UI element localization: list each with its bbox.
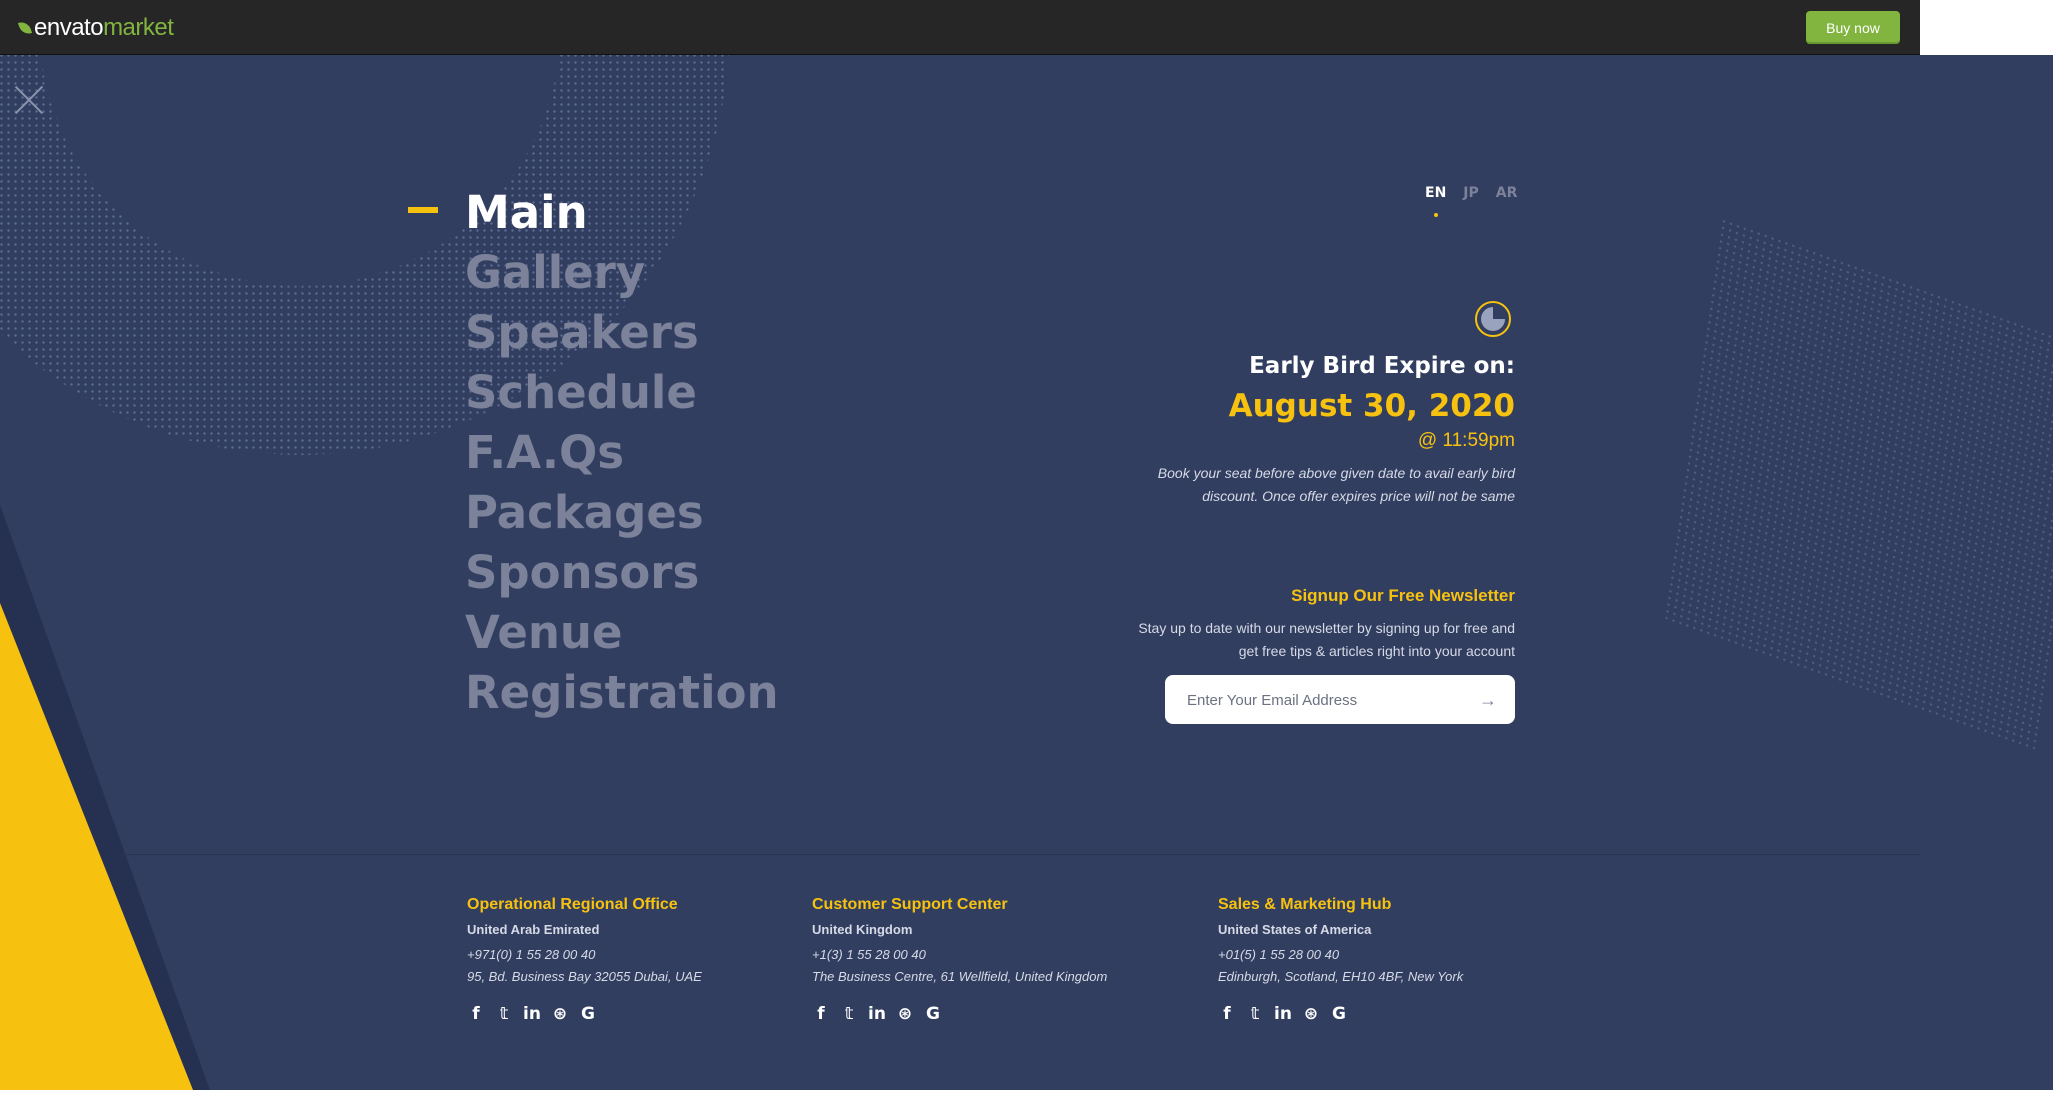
office-address: 95, Bd. Business Bay 32055 Dubai, UAE: [467, 969, 702, 984]
lang-jp[interactable]: JP: [1463, 185, 1478, 201]
footer-divider: [120, 854, 1920, 855]
social-links: f 𝕥 in ⊛ G: [467, 1004, 702, 1024]
office-phone: +01(5) 1 55 28 00 40: [1218, 947, 1340, 962]
office-address: Edinburgh, Scotland, EH10 4BF, New York: [1218, 969, 1464, 984]
office-title: Sales & Marketing Hub: [1218, 896, 1392, 913]
early-bird-description: Book your seat before above given date t…: [1157, 465, 1515, 504]
logo-word: envato: [34, 14, 104, 41]
linkedin-icon[interactable]: in: [868, 1004, 886, 1024]
nav-item-registration[interactable]: Registration: [465, 663, 779, 723]
dribbble-icon[interactable]: ⊛: [551, 1004, 569, 1024]
office-column-usa: Sales & Marketing Hub United States of A…: [1218, 896, 1463, 1024]
early-bird-title: Early Bird Expire on:: [1249, 353, 1515, 379]
office-column-uk: Customer Support Center United Kingdom +…: [812, 896, 1107, 1024]
linkedin-icon[interactable]: in: [1274, 1004, 1292, 1024]
twitter-icon[interactable]: 𝕥: [840, 1004, 858, 1024]
office-phone: +971(0) 1 55 28 00 40: [467, 947, 596, 962]
envato-market-logo[interactable]: envato market: [17, 14, 174, 42]
logo-accent: market: [103, 14, 174, 41]
envato-topbar: envato market Buy now: [0, 0, 1920, 55]
envato-leaf-icon: [17, 19, 33, 37]
early-bird-time: @ 11:59pm: [1417, 430, 1515, 451]
linkedin-icon[interactable]: in: [523, 1004, 541, 1024]
nav-item-packages[interactable]: Packages: [465, 483, 779, 543]
office-phone: +1(3) 1 55 28 00 40: [812, 947, 926, 962]
clock-icon: [1475, 301, 1511, 337]
dribbble-icon[interactable]: ⊛: [896, 1004, 914, 1024]
google-icon[interactable]: G: [924, 1004, 942, 1024]
google-icon[interactable]: G: [1330, 1004, 1348, 1024]
nav-item-speakers[interactable]: Speakers: [465, 303, 779, 363]
nav-item-schedule[interactable]: Schedule: [465, 363, 779, 423]
facebook-icon[interactable]: f: [1218, 1004, 1236, 1024]
nav-item-main[interactable]: Main: [465, 183, 779, 243]
yellow-stripe-shape: [0, 603, 193, 1090]
close-icon[interactable]: [14, 85, 44, 115]
office-country: United Arab Emirated: [467, 922, 600, 937]
nav-item-faqs[interactable]: F.A.Qs: [465, 423, 779, 483]
office-column-uae: Operational Regional Office United Arab …: [467, 896, 702, 1024]
twitter-icon[interactable]: 𝕥: [1246, 1004, 1264, 1024]
office-title: Customer Support Center: [812, 896, 1008, 913]
office-address: The Business Centre, 61 Wellfield, Unite…: [812, 969, 1108, 984]
office-country: United Kingdom: [812, 922, 913, 937]
language-switcher: EN JP AR: [1425, 185, 1518, 217]
facebook-icon[interactable]: f: [467, 1004, 485, 1024]
buy-now-button[interactable]: Buy now: [1806, 11, 1900, 44]
arrow-right-icon[interactable]: →: [1479, 690, 1497, 711]
office-title: Operational Regional Office: [467, 896, 678, 913]
office-country: United States of America: [1218, 922, 1372, 937]
newsletter-title: Signup Our Free Newsletter: [1291, 586, 1515, 605]
social-links: f 𝕥 in ⊛ G: [812, 1004, 1107, 1024]
dribbble-icon[interactable]: ⊛: [1302, 1004, 1320, 1024]
lang-ar[interactable]: AR: [1496, 185, 1518, 201]
twitter-icon[interactable]: 𝕥: [495, 1004, 513, 1024]
menu-overlay-panel: Main Gallery Speakers Schedule F.A.Qs Pa…: [0, 55, 2053, 1090]
facebook-icon[interactable]: f: [812, 1004, 830, 1024]
page-bottom-strip: [0, 1090, 2053, 1099]
social-links: f 𝕥 in ⊛ G: [1218, 1004, 1463, 1024]
newsletter-form: →: [1165, 675, 1515, 726]
nav-item-sponsors[interactable]: Sponsors: [465, 543, 779, 603]
early-bird-date: August 30, 2020: [1228, 388, 1515, 424]
main-navigation: Main Gallery Speakers Schedule F.A.Qs Pa…: [465, 183, 779, 723]
nav-item-venue[interactable]: Venue: [465, 603, 779, 663]
nav-item-gallery[interactable]: Gallery: [465, 243, 779, 303]
newsletter-description: Stay up to date with our newsletter by s…: [1138, 620, 1515, 659]
email-field[interactable]: [1185, 675, 1469, 726]
active-indicator-dash: [408, 207, 438, 213]
google-icon[interactable]: G: [579, 1004, 597, 1024]
lang-en[interactable]: EN: [1425, 185, 1446, 217]
